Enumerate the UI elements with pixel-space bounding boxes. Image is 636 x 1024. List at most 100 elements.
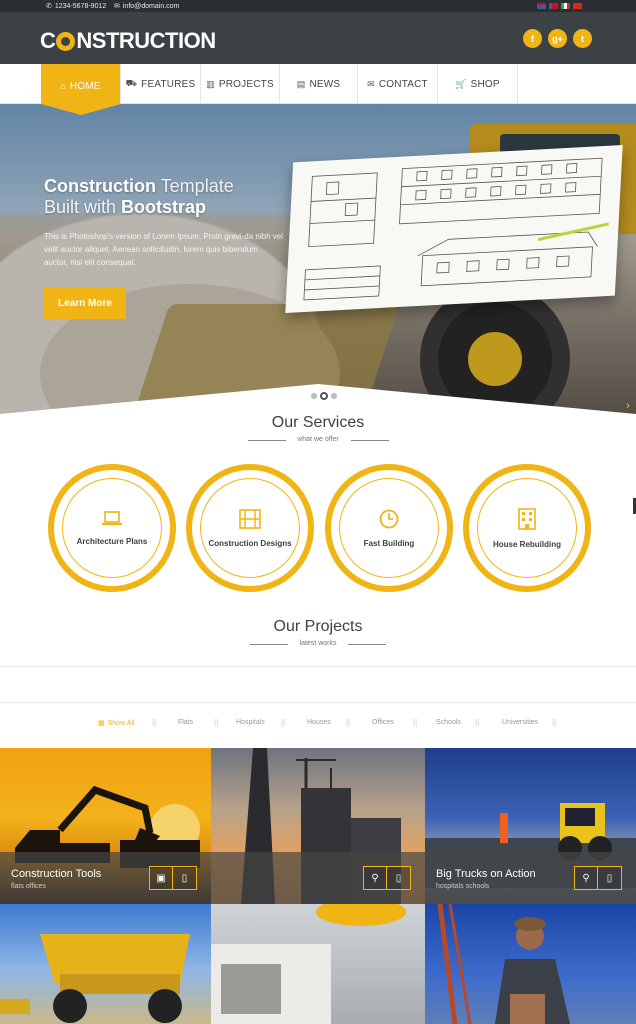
- worker-toolbelt-shape: [211, 904, 406, 1024]
- project-tile-worker[interactable]: [425, 904, 636, 1024]
- video-icon[interactable]: ▣: [149, 866, 173, 890]
- main-nav: ⌂ HOME ⛟ FEATURES ▥ PROJECTS ▤ NEWS ✉ CONTACT…: [0, 64, 636, 108]
- social-links: f g+ t: [523, 29, 592, 48]
- services-title: Our Services: [271, 414, 365, 431]
- blueprint-sketch: [303, 157, 609, 301]
- document-icon[interactable]: ▯: [387, 866, 411, 890]
- home-icon: ⌂: [60, 81, 66, 91]
- project-tile-tower[interactable]: ⚲ ▯: [211, 748, 425, 904]
- nav-projects[interactable]: ▥ PROJECTS: [201, 64, 280, 104]
- tile-title: Big Trucks on Action: [436, 868, 536, 880]
- slider-dots: [311, 392, 337, 400]
- section-divider: [0, 702, 636, 703]
- project-tile-tool-belt[interactable]: [211, 904, 425, 1024]
- clock-icon: [379, 509, 399, 533]
- filter-universities[interactable]: Universities: [502, 719, 538, 726]
- filter-separator: ||: [346, 718, 351, 727]
- cart-icon: 🛒: [455, 78, 467, 89]
- slider-next-arrow[interactable]: ›: [626, 398, 630, 412]
- search-icon[interactable]: ⚲: [574, 866, 598, 890]
- section-divider: [0, 666, 636, 667]
- email-contact[interactable]: ✉ info@domain.com: [114, 2, 179, 10]
- filter-separator: ||: [214, 718, 219, 727]
- project-tile-construction-tools[interactable]: Construction Tools flats offices ▣ ▯: [0, 748, 211, 904]
- site-logo[interactable]: C NSTRUCTION: [40, 29, 216, 53]
- logo-text: NSTRUCTION: [76, 28, 216, 53]
- service-inner: Fast Building: [339, 478, 439, 578]
- tile-categories: hospitals schools: [436, 883, 490, 890]
- service-construction-designs[interactable]: Construction Designs: [186, 464, 314, 592]
- filter-offices[interactable]: Offices: [372, 719, 394, 726]
- slider-dot[interactable]: [331, 393, 337, 399]
- twitter-icon[interactable]: t: [573, 29, 592, 48]
- nav-home[interactable]: ⌂ HOME: [41, 64, 121, 108]
- document-icon[interactable]: ▯: [598, 866, 622, 890]
- hero-title: Construction Template Built with Bootstr…: [44, 176, 234, 218]
- hero-title-bold: Construction: [44, 176, 156, 196]
- facebook-icon[interactable]: f: [523, 29, 542, 48]
- google-plus-icon[interactable]: g+: [548, 29, 567, 48]
- slider-dot[interactable]: [311, 393, 317, 399]
- hero-description: This is Photoshop's version of Lorem Ips…: [44, 232, 283, 267]
- slider-prev-arrow[interactable]: ‹: [6, 398, 10, 412]
- dump-truck-silhouette: [0, 934, 190, 1023]
- phone-contact: ✆ 1234-5678-9012: [46, 2, 106, 10]
- nav-label: HOME: [69, 80, 101, 92]
- hero-subtitle-bold: Bootstrap: [121, 197, 207, 217]
- document-icon[interactable]: ▯: [173, 866, 197, 890]
- filter-show-all[interactable]: ▦ Show All: [98, 719, 134, 727]
- film-icon: [239, 508, 261, 533]
- tile-caption: ⚲ ▯: [211, 852, 425, 904]
- phone-icon: ✆: [46, 3, 52, 10]
- blueprint-drawing: [285, 145, 623, 313]
- learn-more-button[interactable]: Learn More: [44, 288, 126, 319]
- envelope-icon: ✉: [114, 3, 120, 10]
- flag-us[interactable]: [549, 3, 558, 9]
- filter-schools[interactable]: Schools: [436, 719, 461, 726]
- service-label: House Rebuilding: [493, 539, 561, 549]
- service-label: Construction Designs: [208, 538, 292, 548]
- building-icon: [518, 507, 536, 534]
- divider-line: [351, 440, 389, 441]
- nav-features[interactable]: ⛟ FEATURES: [121, 64, 201, 104]
- search-icon[interactable]: ⚲: [363, 866, 387, 890]
- nav-active-pointer: [41, 104, 121, 115]
- tile-title: Construction Tools: [11, 868, 102, 880]
- filter-hospitals[interactable]: Hospitals: [236, 719, 265, 726]
- filter-flats[interactable]: Flats: [178, 719, 193, 726]
- tile-caption: Construction Tools flats offices ▣ ▯: [0, 852, 211, 904]
- project-tile-dump-truck[interactable]: [0, 904, 211, 1024]
- flag-uk[interactable]: [537, 3, 546, 9]
- filter-label: Show All: [107, 720, 135, 727]
- building-icon: ▥: [206, 78, 215, 89]
- nav-label: PROJECTS: [218, 78, 274, 90]
- language-flags: [537, 3, 582, 9]
- services-subtitle: what we offer: [297, 436, 339, 443]
- flag-cn[interactable]: [573, 3, 582, 9]
- tile-caption: Big Trucks on Action hospitals schools ⚲…: [425, 852, 636, 904]
- service-architecture-plans[interactable]: Architecture Plans: [48, 464, 176, 592]
- envelope-icon: ✉: [367, 78, 375, 89]
- nav-news[interactable]: ▤ NEWS: [280, 64, 358, 104]
- nav-contact[interactable]: ✉ CONTACT: [358, 64, 438, 104]
- service-fast-building[interactable]: Fast Building: [325, 464, 453, 592]
- filter-separator: ||: [281, 718, 286, 727]
- filter-separator: ||: [413, 718, 418, 727]
- project-tile-big-trucks[interactable]: Big Trucks on Action hospitals schools ⚲…: [425, 748, 636, 904]
- worker-silhouette: [437, 904, 570, 1024]
- flag-it[interactable]: [561, 3, 570, 9]
- logo-letter: C: [40, 28, 56, 53]
- nav-label: SHOP: [470, 78, 500, 90]
- hero-subtitle-thin: Built with: [44, 197, 122, 217]
- slider-dot-active[interactable]: [320, 392, 328, 400]
- filter-houses[interactable]: Houses: [307, 719, 331, 726]
- email-address[interactable]: info@domain.com: [123, 3, 180, 10]
- service-inner: Construction Designs: [200, 478, 300, 578]
- top-contact-bar: ✆ 1234-5678-9012 ✉ info@domain.com: [0, 0, 636, 12]
- nav-shop[interactable]: 🛒 SHOP: [438, 64, 518, 104]
- service-label: Fast Building: [363, 538, 415, 548]
- service-house-rebuilding[interactable]: House Rebuilding: [463, 464, 591, 592]
- service-inner: Architecture Plans: [62, 478, 162, 578]
- hero-title-thin: Template: [156, 176, 234, 196]
- filter-separator: ||: [152, 718, 157, 727]
